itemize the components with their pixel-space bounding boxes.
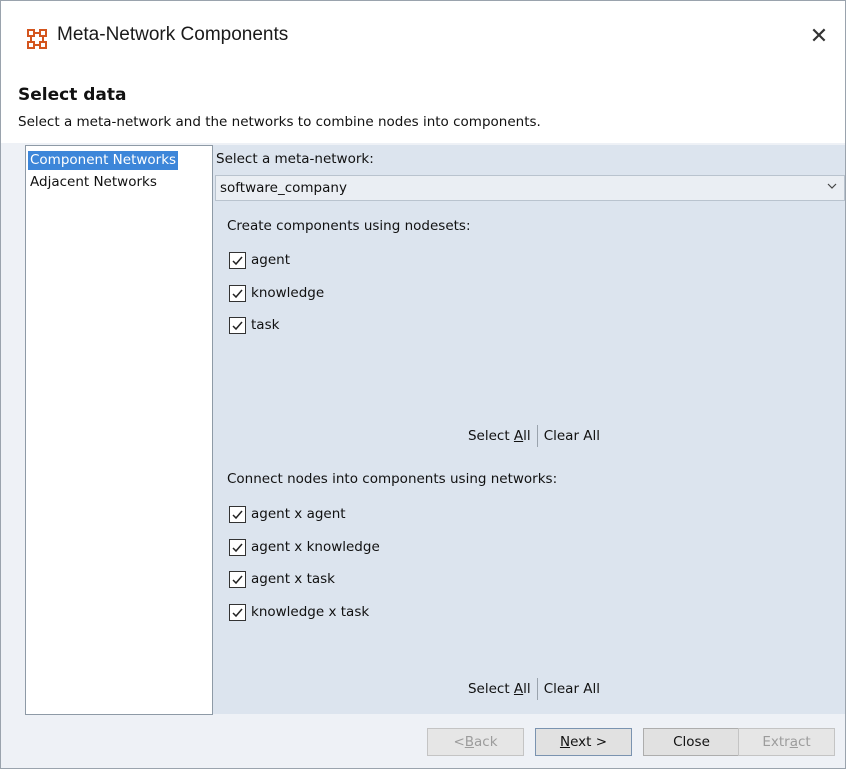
meta-network-value: software_company [220, 180, 347, 196]
check-icon [232, 510, 243, 519]
button-bar: < Back Next > Close Extr a ct [1, 715, 845, 768]
nodeset-checkbox-task[interactable]: task [229, 314, 279, 336]
extract-button[interactable]: Extr a ct [738, 728, 835, 756]
network-checkbox-agent-x-task[interactable]: agent x task [229, 568, 335, 590]
check-icon [232, 256, 243, 265]
checkbox[interactable] [229, 538, 246, 556]
chevron-down-icon [826, 180, 838, 195]
step-item-label: Component Networks [30, 152, 177, 168]
dialog-window: Meta-Network Components ✕ Select data Se… [0, 0, 846, 769]
nodeset-checkbox-knowledge[interactable]: knowledge [229, 282, 324, 304]
check-icon [232, 608, 243, 617]
checkbox[interactable] [229, 251, 246, 269]
title-bar[interactable]: Meta-Network Components ✕ [1, 1, 845, 73]
step-item-component-networks[interactable]: Component Networks [28, 151, 179, 170]
app-network-icon [27, 29, 47, 49]
check-icon [232, 289, 243, 298]
checkbox-label: knowledge [251, 285, 325, 301]
check-icon [232, 321, 243, 330]
checkbox-label: agent [251, 252, 290, 268]
check-icon [232, 575, 243, 584]
close-icon[interactable]: ✕ [799, 18, 839, 54]
checkbox-label: agent x task [251, 571, 335, 587]
close-button[interactable]: Close [643, 728, 740, 756]
step-item-label: Adjacent Networks [30, 174, 157, 190]
page-description: Select a meta-network and the networks t… [18, 114, 541, 130]
networks-label: Connect nodes into components using netw… [227, 471, 558, 487]
back-button[interactable]: < Back [427, 728, 524, 756]
checkbox[interactable] [229, 316, 246, 334]
nodesets-group: Create components using nodesets: agent … [223, 207, 845, 459]
checkbox-label: agent x agent [251, 506, 346, 522]
clear-all-networks-link[interactable]: Clear All [538, 681, 606, 697]
select-all-networks-link[interactable]: Select All [462, 681, 537, 697]
page-title: Select data [18, 85, 127, 105]
checkbox-label: knowledge x task [251, 604, 370, 620]
nodeset-checkbox-agent[interactable]: agent [229, 249, 290, 271]
networks-group: Connect nodes into components using netw… [223, 459, 845, 714]
nodesets-label: Create components using nodesets: [227, 218, 471, 234]
checkbox[interactable] [229, 570, 246, 588]
step-list: Component Networks Adjacent Networks [25, 145, 213, 715]
nodesets-actions: Select All Clear All [223, 425, 845, 447]
checkbox[interactable] [229, 505, 246, 523]
check-icon [232, 543, 243, 552]
meta-network-label: Select a meta-network: [216, 151, 374, 167]
networks-actions: Select All Clear All [223, 678, 845, 700]
checkbox[interactable] [229, 603, 246, 621]
step-item-adjacent-networks[interactable]: Adjacent Networks [28, 173, 159, 192]
checkbox[interactable] [229, 284, 246, 302]
network-checkbox-agent-x-agent[interactable]: agent x agent [229, 503, 346, 525]
window-title: Meta-Network Components [57, 24, 289, 45]
next-button[interactable]: Next > [535, 728, 632, 756]
clear-all-nodesets-link[interactable]: Clear All [538, 428, 606, 444]
main-panel: Select a meta-network: software_company … [213, 145, 845, 714]
network-checkbox-agent-x-knowledge[interactable]: agent x knowledge [229, 536, 380, 558]
meta-network-select[interactable]: software_company [215, 175, 845, 201]
wizard-header: Select data Select a meta-network and th… [1, 73, 845, 143]
network-checkbox-knowledge-x-task[interactable]: knowledge x task [229, 601, 369, 623]
checkbox-label: task [251, 317, 280, 333]
select-all-nodesets-link[interactable]: Select All [462, 428, 537, 444]
checkbox-label: agent x knowledge [251, 539, 380, 555]
